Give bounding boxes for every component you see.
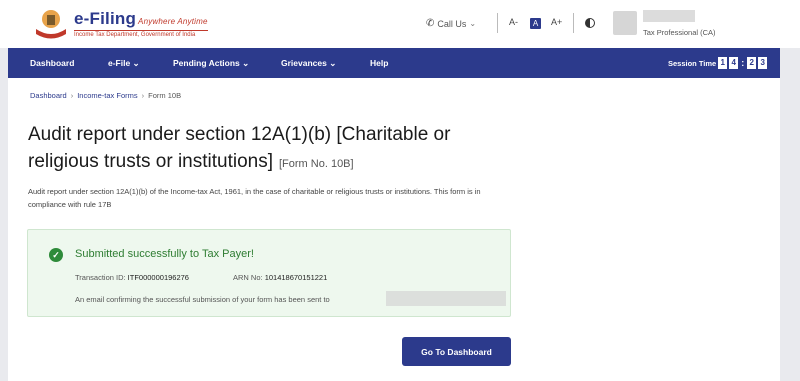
chevron-right-icon: › <box>70 91 74 100</box>
breadcrumb-dashboard[interactable]: Dashboard <box>30 91 67 100</box>
chevron-right-icon: › <box>141 91 145 100</box>
session-digit: 1 <box>718 57 728 69</box>
call-us-menu[interactable]: ✆ Call Us ⌄ <box>426 18 476 29</box>
nav-grievances[interactable]: Grievances ⌄ <box>281 58 336 69</box>
font-default-button[interactable]: A <box>530 18 541 29</box>
session-digit: 2 <box>747 57 757 69</box>
form-number: [Form No. 10B] <box>279 158 354 170</box>
email-confirmation-text: An email confirming the successful submi… <box>75 295 330 304</box>
breadcrumb-current: Form 10B <box>148 91 182 100</box>
session-digit: 3 <box>758 57 768 69</box>
breadcrumb: Dashboard › Income-tax Forms › Form 10B <box>30 91 181 100</box>
main-content: Dashboard › Income-tax Forms › Form 10B Audi… <box>8 78 780 381</box>
font-decrease-button[interactable]: A- <box>509 17 518 27</box>
page-description: Audit report under section 12A(1)(b) of … <box>28 187 481 209</box>
breadcrumb-income-tax-forms[interactable]: Income-tax Forms <box>77 91 137 100</box>
transaction-id: Transaction ID: ITF000000196276 <box>75 273 189 282</box>
check-circle-icon: ✓ <box>49 248 63 262</box>
efiling-logo[interactable]: e-Filing Anywhere Anytime Income Tax Depa… <box>32 7 208 41</box>
session-timer: Session Time 1 4 : 2 3 <box>668 57 768 69</box>
page-title: Audit report under section 12A(1)(b) [Ch… <box>28 121 508 178</box>
header-divider <box>497 13 498 33</box>
transaction-label: Transaction ID: <box>75 273 126 282</box>
logo-tagline: Anywhere Anytime <box>138 17 208 26</box>
success-panel: ✓ Submitted successfully to Tax Payer! T… <box>27 229 511 317</box>
nav-help[interactable]: Help <box>370 58 388 68</box>
username-redacted <box>643 10 695 22</box>
font-increase-button[interactable]: A+ <box>551 17 562 27</box>
go-to-dashboard-button[interactable]: Go To Dashboard <box>402 337 511 366</box>
transaction-value: ITF000000196276 <box>127 273 189 282</box>
main-nav: Dashboard e-File ⌄ Pending Actions ⌄ Gri… <box>8 48 780 78</box>
avatar[interactable] <box>613 11 637 35</box>
logo-subtitle: Income Tax Department, Government of Ind… <box>74 30 208 38</box>
email-redacted <box>386 291 506 306</box>
nav-dashboard[interactable]: Dashboard <box>30 58 74 68</box>
session-label: Session Time <box>668 58 717 68</box>
header-divider <box>573 13 574 33</box>
arn-number: ARN No: 101418670151221 <box>233 273 327 282</box>
arn-label: ARN No: <box>233 273 263 282</box>
contrast-toggle-icon[interactable] <box>585 18 595 28</box>
top-header: e-Filing Anywhere Anytime Income Tax Depa… <box>0 0 800 48</box>
logo-title: e-Filing <box>74 9 137 28</box>
phone-icon: ✆ <box>426 18 435 29</box>
session-digit: 4 <box>729 57 739 69</box>
success-title: Submitted successfully to Tax Payer! <box>75 248 254 260</box>
page-title-text: Audit report under section 12A(1)(b) [Ch… <box>28 124 451 172</box>
national-emblem-icon <box>32 7 70 41</box>
chevron-down-icon: ⌄ <box>469 19 477 28</box>
nav-pending-actions[interactable]: Pending Actions ⌄ <box>173 58 249 69</box>
call-us-label: Call Us <box>437 18 467 29</box>
user-role: Tax Professional (CA) <box>643 28 716 37</box>
nav-efile[interactable]: e-File ⌄ <box>108 58 140 69</box>
arn-value: 101418670151221 <box>264 273 328 282</box>
session-colon: : <box>741 58 745 68</box>
